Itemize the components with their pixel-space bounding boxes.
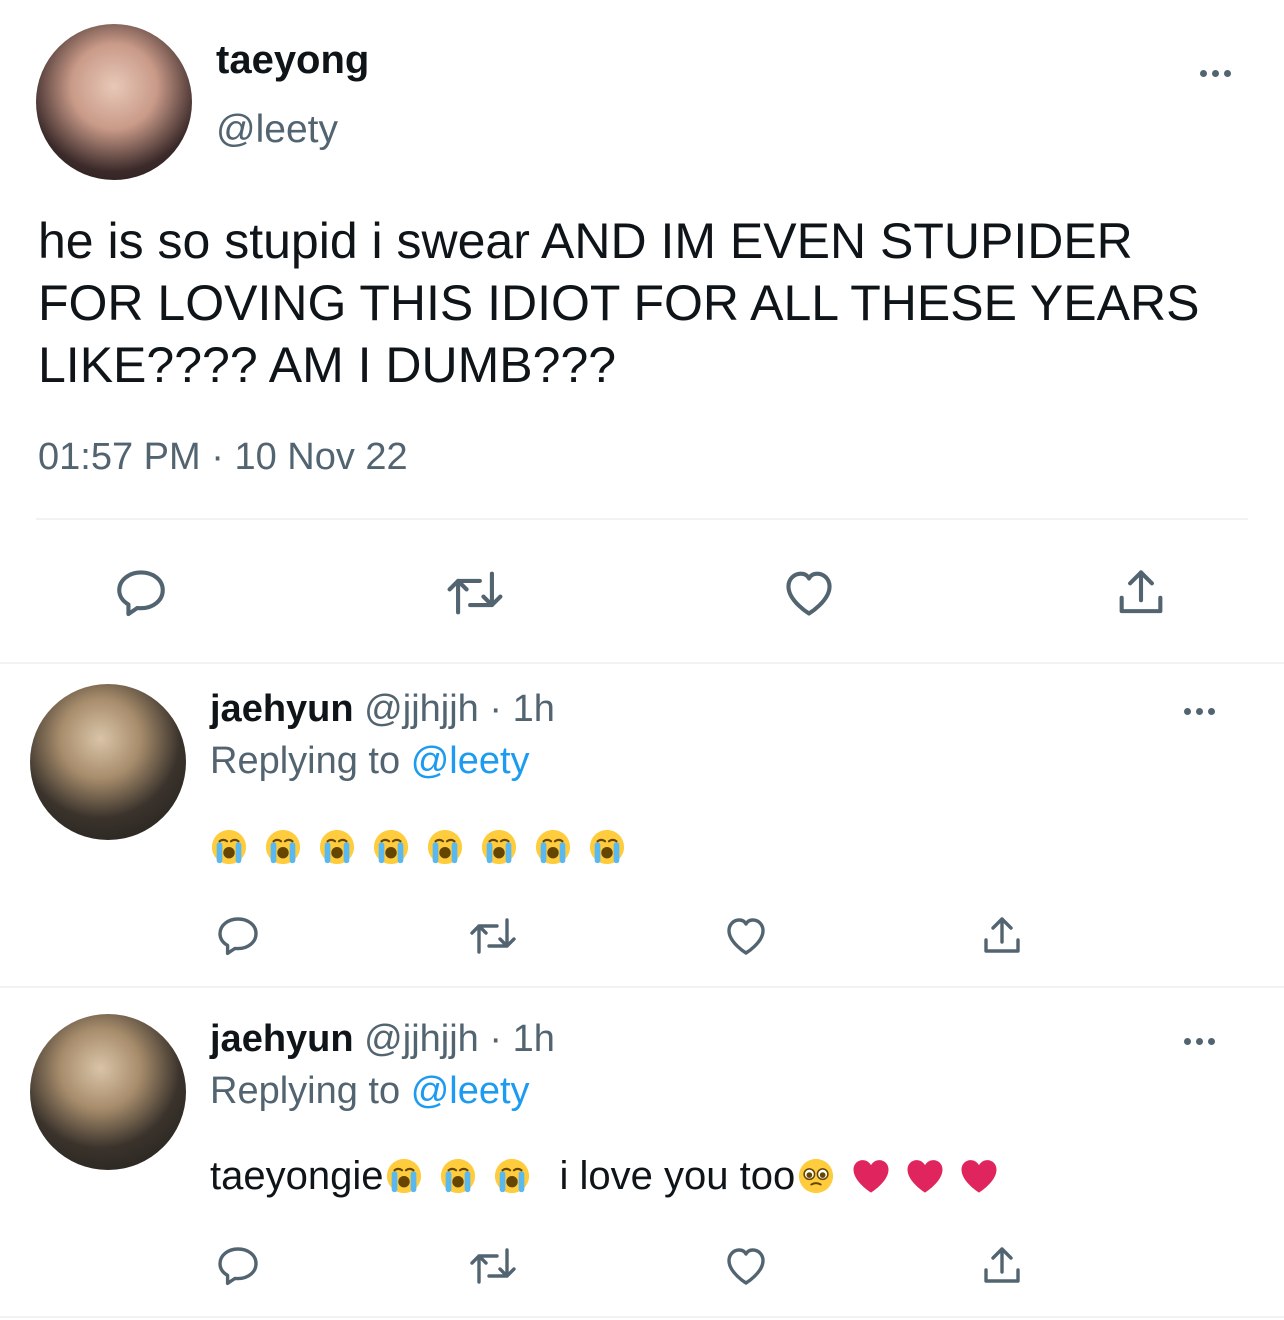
reply-header: jaehyun @jjhjjh · 1h [210, 688, 555, 731]
handle[interactable]: @leety [216, 108, 338, 152]
reply-icon [218, 1247, 258, 1286]
replying-to-handle[interactable]: @leety [411, 740, 530, 782]
retweet-button[interactable] [464, 1242, 522, 1290]
avatar[interactable] [30, 684, 186, 840]
red-heart-icon [907, 1160, 943, 1193]
avatar[interactable] [36, 24, 192, 180]
loudly-crying-face-icon [387, 1158, 422, 1194]
header-separator: · [489, 1018, 503, 1060]
loudly-crying-face-icon [589, 829, 625, 865]
tweet-text: he is so stupid i swear AND IM EVEN STUP… [38, 213, 1200, 393]
dot-icon [1200, 70, 1207, 77]
reply-age[interactable]: 1h [513, 688, 555, 730]
header-separator: · [489, 688, 503, 730]
more-options-button[interactable] [1184, 1038, 1215, 1045]
divider [0, 1316, 1284, 1318]
replying-to: Replying to @leety [210, 1070, 530, 1113]
red-heart-icon [961, 1160, 997, 1193]
pleading-face-icon [799, 1158, 834, 1194]
loudly-crying-face-icon [265, 829, 301, 865]
share-button[interactable] [978, 1242, 1026, 1290]
tweet-time: 01:57 PM [38, 436, 201, 478]
loudly-crying-face-icon [535, 829, 571, 865]
retweet-icon [447, 571, 503, 615]
heart-outline-icon [727, 918, 765, 955]
share-button[interactable] [978, 912, 1026, 960]
retweet-icon [470, 918, 516, 954]
divider [36, 518, 1248, 520]
share-icon [1119, 570, 1163, 614]
display-name[interactable]: jaehyun [210, 1018, 354, 1060]
dot-icon [1212, 70, 1219, 77]
share-icon [984, 1247, 1020, 1283]
retweet-icon [470, 1248, 516, 1284]
share-button[interactable] [1112, 564, 1170, 622]
loudly-crying-face-icon [319, 829, 355, 865]
retweet-button[interactable] [464, 912, 522, 960]
tweet-date: 10 Nov 22 [234, 436, 408, 478]
reply-button[interactable] [214, 1242, 262, 1290]
share-icon [984, 917, 1020, 953]
handle[interactable]: @jjhjjh [364, 1018, 479, 1060]
replying-to-label: Replying to [210, 1070, 401, 1112]
reply-age[interactable]: 1h [513, 1018, 555, 1060]
display-name[interactable]: taeyong [216, 38, 369, 83]
reply-icon [117, 570, 165, 617]
dot-icon [1196, 708, 1203, 715]
loudly-crying-face-icon [211, 829, 247, 865]
divider [0, 662, 1284, 664]
like-button[interactable] [722, 1242, 770, 1290]
loudly-crying-face-icon [495, 1158, 530, 1194]
like-button[interactable] [722, 912, 770, 960]
handle[interactable]: @jjhjjh [364, 688, 479, 730]
reply-text: taeyongie i love you too [210, 1154, 999, 1198]
loudly-crying-face-icon [373, 829, 409, 865]
loudly-crying-face-icon [441, 1158, 476, 1194]
avatar[interactable] [30, 1014, 186, 1170]
dot-icon [1184, 1038, 1191, 1045]
dot-icon [1224, 70, 1231, 77]
replying-to: Replying to @leety [210, 740, 530, 783]
dot-icon [1208, 708, 1215, 715]
retweet-button[interactable] [440, 564, 510, 622]
reply-text-love: i love you too [559, 1153, 796, 1198]
like-button[interactable] [780, 564, 838, 622]
dot-icon [1196, 1038, 1203, 1045]
timestamp-separator: · [211, 436, 224, 478]
display-name[interactable]: jaehyun [210, 688, 354, 730]
reply-text-word: taeyongie [210, 1153, 384, 1198]
reply-emoji-row [210, 828, 626, 866]
reply-icon [218, 917, 258, 956]
red-heart-icon [853, 1160, 889, 1193]
heart-outline-icon [727, 1248, 765, 1285]
more-options-button[interactable] [1200, 70, 1231, 77]
reply-button[interactable] [112, 564, 170, 622]
loudly-crying-face-icon [427, 829, 463, 865]
dot-icon [1184, 708, 1191, 715]
divider [0, 986, 1284, 988]
heart-outline-icon [786, 571, 832, 616]
dot-icon [1208, 1038, 1215, 1045]
replying-to-label: Replying to [210, 740, 401, 782]
tweet-timestamp[interactable]: 01:57 PM · 10 Nov 22 [38, 436, 408, 479]
reply-button[interactable] [214, 912, 262, 960]
replying-to-handle[interactable]: @leety [411, 1070, 530, 1112]
reply-header: jaehyun @jjhjjh · 1h [210, 1018, 555, 1061]
loudly-crying-face-icon [481, 829, 517, 865]
more-options-button[interactable] [1184, 708, 1215, 715]
